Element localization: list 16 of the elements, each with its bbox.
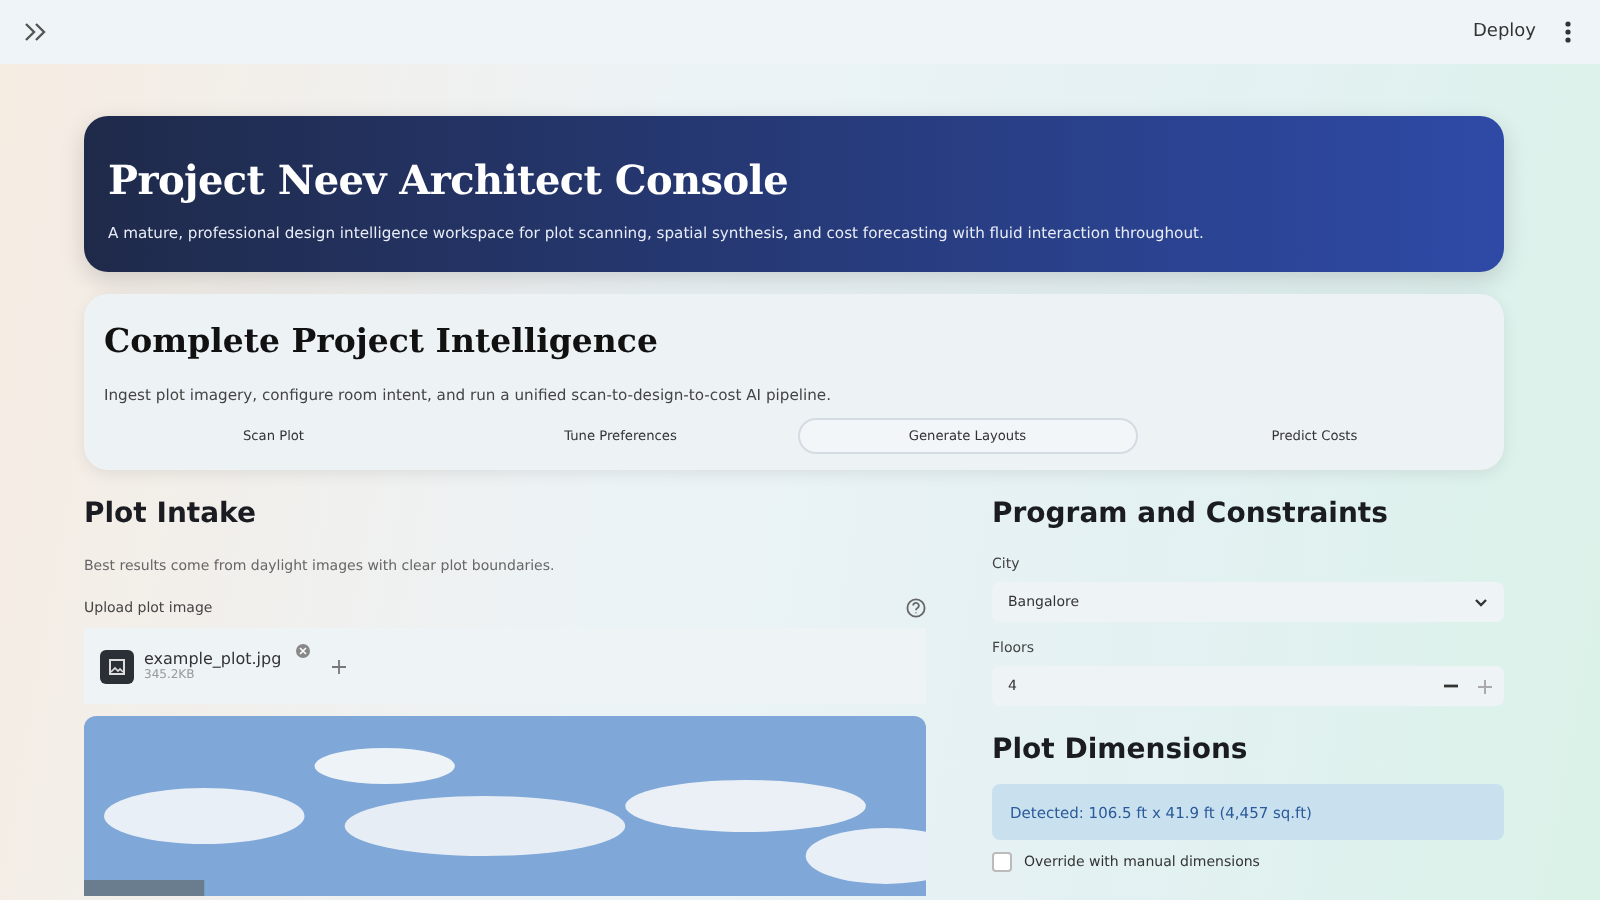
section-title: Program and Constraints — [992, 498, 1390, 530]
section-title: Plot Dimensions — [992, 734, 1250, 766]
hero-title: Project Neev Architect Console — [108, 156, 791, 204]
add-file-icon[interactable] — [331, 659, 346, 673]
deploy-button[interactable]: Deploy — [1472, 18, 1536, 46]
override-checkbox[interactable] — [992, 852, 1012, 872]
image-file-icon — [100, 649, 134, 683]
file-name: example_plot.jpg — [144, 650, 282, 668]
more-options-icon[interactable] — [1564, 20, 1572, 44]
help-icon[interactable] — [906, 598, 926, 618]
remove-file-icon[interactable] — [295, 644, 310, 658]
section-title: Plot Intake — [84, 498, 258, 530]
expand-sidebar-icon[interactable] — [24, 22, 48, 42]
minus-icon[interactable] — [1444, 684, 1458, 688]
overview-title: Complete Project Intelligence — [104, 322, 660, 360]
chevron-down-icon — [1474, 597, 1488, 607]
